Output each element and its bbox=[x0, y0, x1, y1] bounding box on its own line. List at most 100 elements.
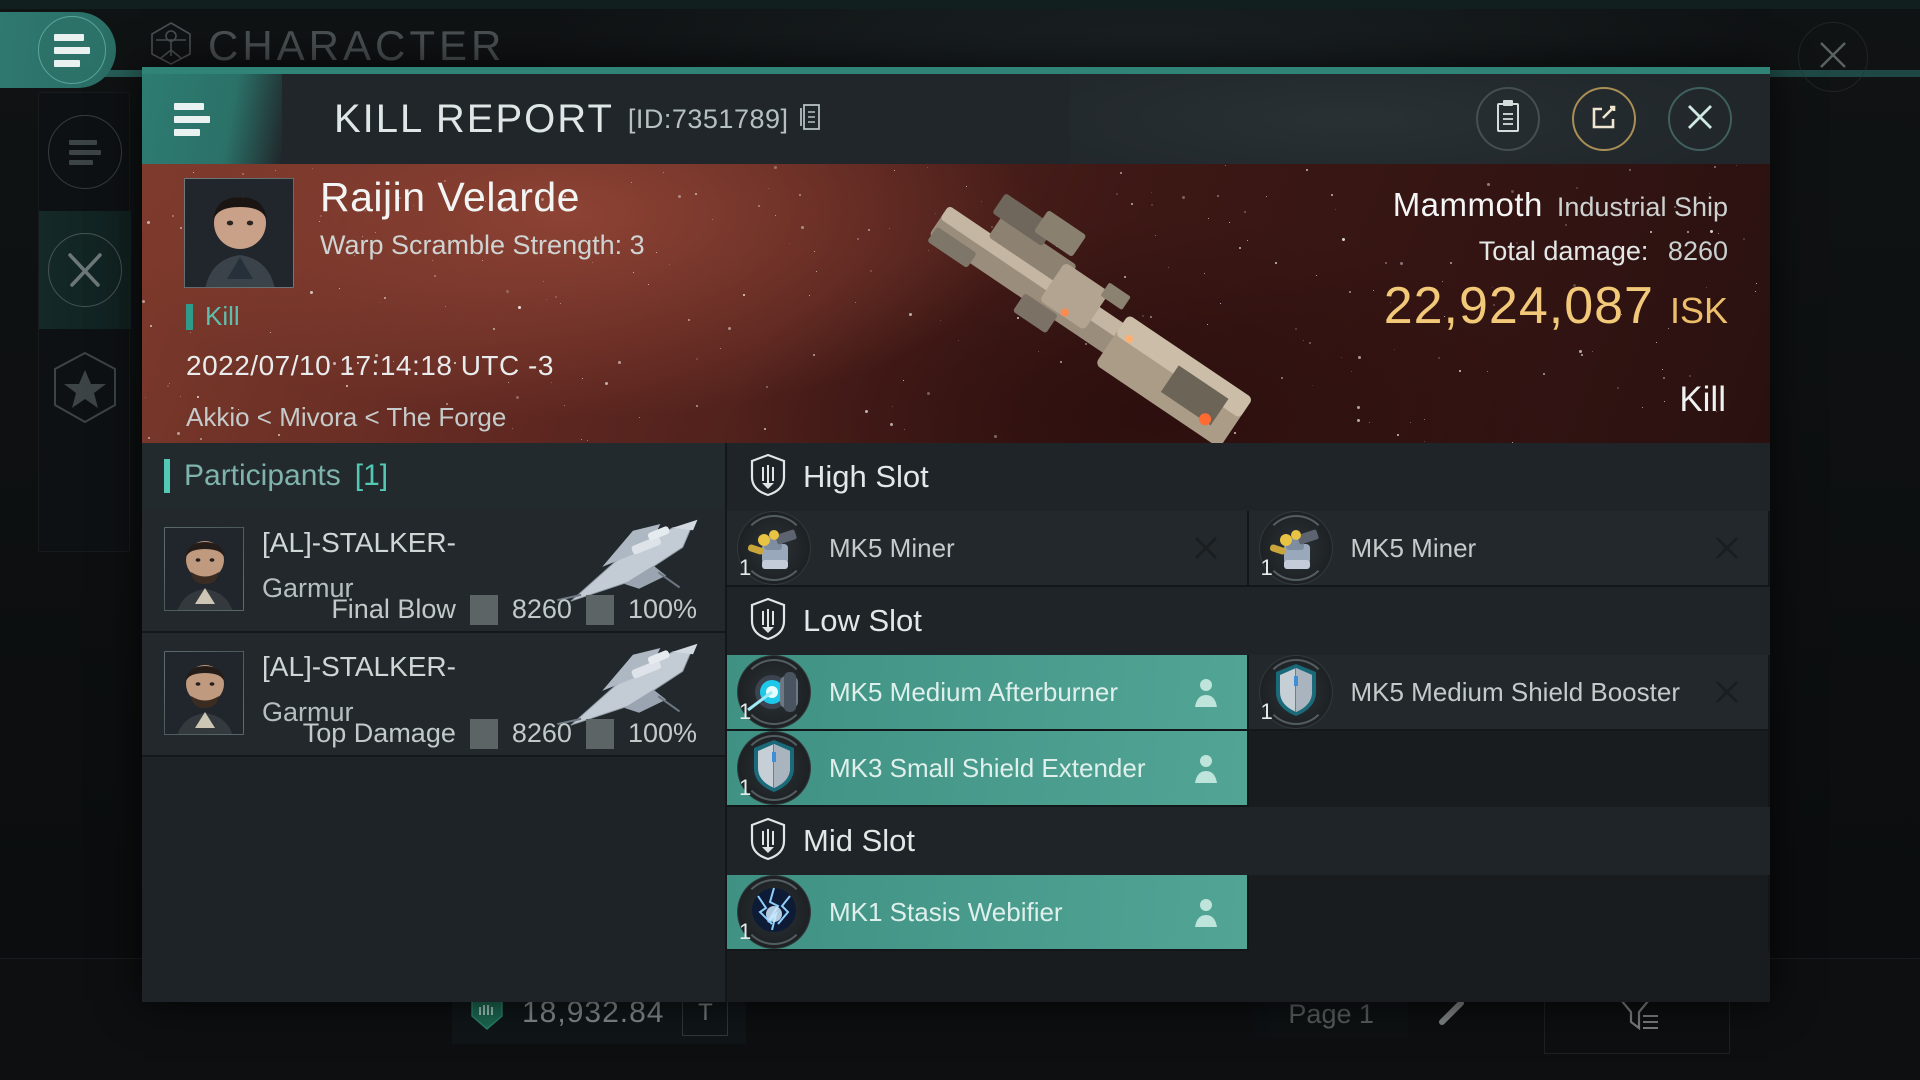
victim-name: Raijin Velarde bbox=[320, 174, 580, 220]
button-ring bbox=[1572, 87, 1636, 151]
sidebar-item-menu[interactable] bbox=[39, 93, 131, 211]
total-damage-label: Total damage: bbox=[1478, 236, 1649, 266]
module-icon-wrap: 1 bbox=[737, 511, 811, 585]
slot-item[interactable]: 1 MK1 Stasis Webifier bbox=[727, 875, 1249, 951]
module-quantity: 1 bbox=[739, 919, 752, 944]
sidebar-item-combat[interactable] bbox=[39, 211, 131, 329]
participant-role: Final Blow bbox=[331, 594, 456, 624]
module-remove-button[interactable] bbox=[1189, 531, 1223, 565]
mammoth-ship-render bbox=[792, 174, 1352, 443]
modal-accent-bar bbox=[142, 67, 1770, 74]
ship-info: Mammoth Industrial Ship bbox=[1393, 186, 1728, 224]
ship-class: Industrial Ship bbox=[1556, 192, 1728, 222]
module-owner-icon bbox=[1189, 895, 1223, 929]
mining-laser-icon bbox=[742, 514, 806, 583]
fitting-column: High Slot 1 MK5 Miner 1 MK5 Miner Low Sl… bbox=[727, 443, 1770, 1002]
slot-section-header: Mid Slot bbox=[727, 807, 1770, 875]
victim-subtitle: Warp Scramble Strength: 3 bbox=[320, 230, 645, 260]
participant-stats: Final Blow 8260 100% bbox=[317, 594, 711, 625]
slot-section-label: Low Slot bbox=[803, 603, 922, 638]
module-icon-wrap: 1 bbox=[1258, 655, 1333, 729]
vitruvian-character-icon bbox=[148, 20, 194, 71]
sidebar-item-achievements[interactable] bbox=[39, 329, 131, 447]
participants-header: Participants [1] bbox=[142, 443, 725, 509]
modal-action-buttons bbox=[1476, 74, 1732, 164]
slot-empty-cell bbox=[1248, 731, 1770, 807]
module-icon-wrap: 1 bbox=[1258, 511, 1333, 585]
module-label: MK3 Small Shield Extender bbox=[829, 752, 1146, 783]
participant-role: Top Damage bbox=[302, 718, 456, 748]
module-quantity: 1 bbox=[739, 775, 752, 800]
share-button[interactable] bbox=[1572, 87, 1636, 151]
shield-booster-icon bbox=[1264, 658, 1328, 727]
module-quantity: 1 bbox=[739, 699, 752, 724]
avatar bbox=[164, 651, 244, 735]
participants-label: Participants bbox=[184, 459, 341, 492]
slot-item[interactable]: 1 MK5 Miner bbox=[727, 511, 1249, 587]
participant-stats: Top Damage 8260 100% bbox=[289, 718, 711, 749]
slot-grid: 1 MK5 Miner 1 MK5 Miner bbox=[727, 511, 1770, 587]
kill-result: Kill bbox=[1679, 380, 1726, 419]
module-label: MK5 Medium Afterburner bbox=[829, 676, 1119, 707]
participant-row[interactable]: [AL]-STALKER- Garmur Top Damage 8260 100% bbox=[142, 633, 725, 757]
kill-location: Akkio < Mivora < The Forge bbox=[186, 402, 507, 432]
background-sidebar bbox=[38, 92, 131, 552]
module-icon-wrap: 1 bbox=[737, 731, 811, 805]
module-remove-button[interactable] bbox=[1710, 531, 1744, 565]
slot-section-label: High Slot bbox=[803, 459, 929, 494]
kill-timestamp: 2022/07/10 17:14:18 UTC -3 bbox=[186, 350, 554, 381]
module-remove-button[interactable] bbox=[1710, 675, 1744, 709]
module-icon-wrap: 1 bbox=[737, 655, 811, 729]
slot-section-header: High Slot bbox=[727, 443, 1770, 511]
copy-icon[interactable] bbox=[799, 102, 823, 137]
crossed-swords-icon bbox=[48, 233, 122, 307]
menu-list-icon bbox=[48, 115, 122, 189]
slot-shield-icon bbox=[749, 817, 787, 866]
module-owner-icon bbox=[1189, 751, 1223, 785]
slot-item[interactable]: 1 MK5 Medium Afterburner bbox=[727, 655, 1249, 731]
close-button[interactable] bbox=[1668, 87, 1732, 151]
participant-percent: 100% bbox=[627, 718, 697, 748]
module-owner-icon bbox=[1189, 675, 1223, 709]
slot-grid: 1 MK5 Medium Afterburner 1 MK5 Medium Sh… bbox=[727, 655, 1770, 807]
background-close-button[interactable] bbox=[1798, 22, 1868, 92]
slot-item[interactable]: 1 MK3 Small Shield Extender bbox=[727, 731, 1249, 807]
top-accent-line bbox=[0, 0, 1920, 9]
participant-row[interactable]: [AL]-STALKER- Garmur Final Blow 8260 100% bbox=[142, 509, 725, 633]
isk-unit: ISK bbox=[1669, 290, 1728, 331]
modal-title-group: KILL REPORT [ID:7351789] bbox=[334, 74, 823, 164]
participant-damage: 8260 bbox=[511, 594, 572, 624]
total-damage-value: 8260 bbox=[1667, 236, 1728, 266]
kill-tag-label: Kill bbox=[205, 301, 240, 331]
slot-section-header: Low Slot bbox=[727, 587, 1770, 655]
ship-name: Mammoth bbox=[1392, 186, 1543, 223]
background-title-text: CHARACTER bbox=[208, 21, 506, 69]
stasis-webifier-icon bbox=[742, 878, 806, 947]
participant-percent: 100% bbox=[627, 594, 697, 624]
slot-shield-icon bbox=[749, 597, 787, 646]
hamburger-menu-icon bbox=[174, 102, 210, 136]
section-accent-bar bbox=[164, 459, 170, 493]
slot-grid: 1 MK1 Stasis Webifier bbox=[727, 875, 1770, 951]
mining-laser-icon bbox=[1264, 514, 1328, 583]
slot-item[interactable]: 1 MK5 Miner bbox=[1248, 511, 1770, 587]
module-icon-wrap: 1 bbox=[737, 875, 811, 949]
module-quantity: 1 bbox=[1260, 555, 1273, 580]
modal-body: Participants [1] [AL]-STALKER- Garmur Fin… bbox=[142, 443, 1770, 1002]
background-page-title: CHARACTER bbox=[148, 20, 505, 71]
modal-menu-button[interactable] bbox=[142, 74, 282, 164]
slot-item[interactable]: 1 MK5 Medium Shield Booster bbox=[1248, 655, 1770, 731]
star-badge-icon bbox=[48, 348, 122, 428]
kill-report-modal: KILL REPORT [ID:7351789] Raijin Velarde … bbox=[142, 67, 1770, 1002]
background-hamburger-button[interactable] bbox=[0, 12, 116, 88]
participants-count: [1] bbox=[354, 459, 389, 492]
avatar bbox=[164, 527, 244, 611]
slot-empty-cell bbox=[1248, 875, 1770, 951]
module-label: MK5 Miner bbox=[829, 532, 955, 563]
clipboard-button[interactable] bbox=[1476, 87, 1540, 151]
kill-tag: Kill bbox=[186, 301, 240, 332]
button-ring bbox=[1476, 87, 1540, 151]
total-damage: Total damage: 8260 bbox=[1479, 236, 1728, 267]
hamburger-menu-icon bbox=[38, 16, 106, 84]
isk-value-row: 22,924,087 ISK bbox=[1384, 276, 1728, 336]
